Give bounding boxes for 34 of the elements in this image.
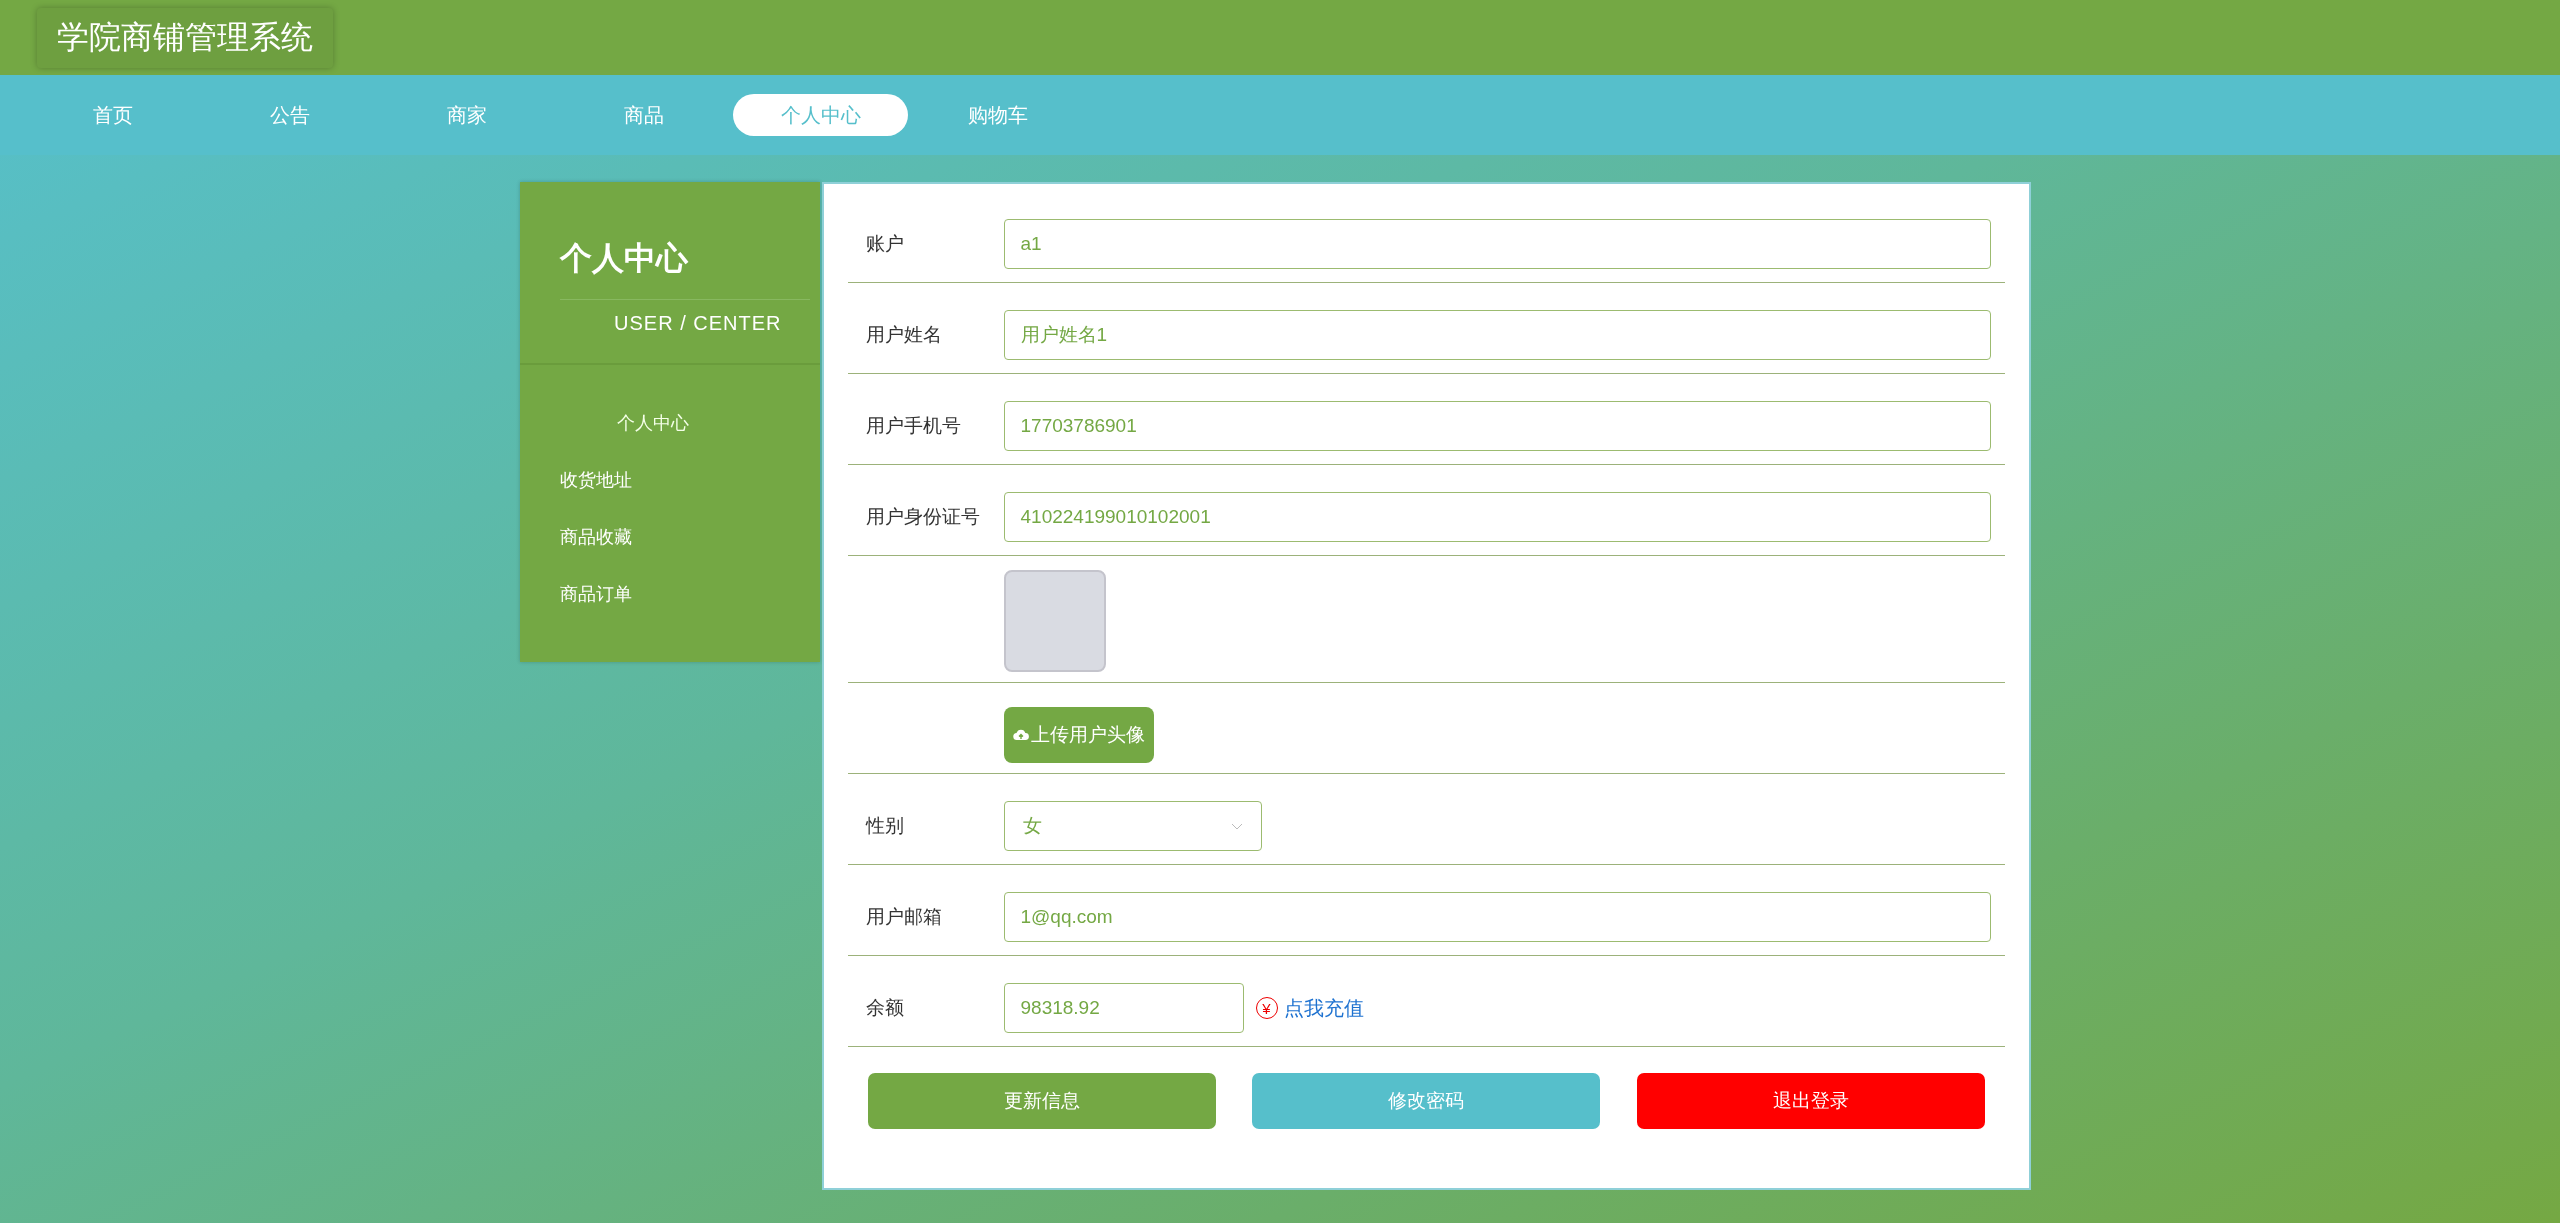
action-button[interactable]: 退出登录 [1636, 1073, 1985, 1129]
sidebar-item[interactable]: 个人中心 [576, 395, 699, 452]
nav-tab[interactable]: 首页 [25, 94, 200, 136]
input-field[interactable]: 98318.92 [1003, 983, 1244, 1033]
action-button[interactable]: 修改密码 [1252, 1073, 1600, 1129]
input-field[interactable]: 410224199010102001 [1003, 492, 1991, 542]
nav-tab[interactable]: 商品 [556, 94, 731, 136]
sidebar-item[interactable]: 商品订单 [519, 566, 632, 623]
field-label: 账户 [865, 232, 905, 256]
field-label: 用户姓名 [865, 323, 943, 347]
site-title: 学院商铺管理系统 [37, 7, 333, 68]
field-label: 用户手机号 [865, 414, 962, 438]
field-label: 性别 [865, 814, 905, 838]
nav-tab[interactable]: 个人中心 [733, 94, 908, 136]
field-label: 用户身份证号 [865, 505, 981, 529]
cloud-upload-icon [1012, 729, 1029, 741]
action-button[interactable]: 更新信息 [867, 1073, 1216, 1129]
field-label: 用户邮箱 [865, 905, 943, 929]
upload-button[interactable]: 上传用户头像 [1003, 707, 1154, 763]
sidebar-item[interactable]: 商品收藏 [519, 509, 632, 566]
input-field[interactable]: a1 [1003, 219, 1991, 269]
gender-select[interactable]: 女 [1003, 801, 1262, 851]
chevron-down-icon [1230, 822, 1243, 830]
recharge-link[interactable]: 点我充值 [1283, 994, 1364, 1022]
input-field[interactable]: 用户姓名1 [1003, 310, 1991, 360]
input-field[interactable]: 1@qq.com [1003, 892, 1991, 942]
nav-tab[interactable]: 公告 [202, 94, 377, 136]
nav-tab[interactable]: 购物车 [910, 94, 1085, 136]
nav-tab[interactable]: 商家 [379, 94, 554, 136]
sidebar-subtitle: USER / CENTER [613, 312, 783, 335]
sidebar-item[interactable]: 收货地址 [519, 452, 632, 509]
field-label: 余额 [865, 996, 905, 1020]
sidebar-title: 个人中心 [559, 237, 810, 300]
input-field[interactable]: 17703786901 [1003, 401, 1991, 451]
